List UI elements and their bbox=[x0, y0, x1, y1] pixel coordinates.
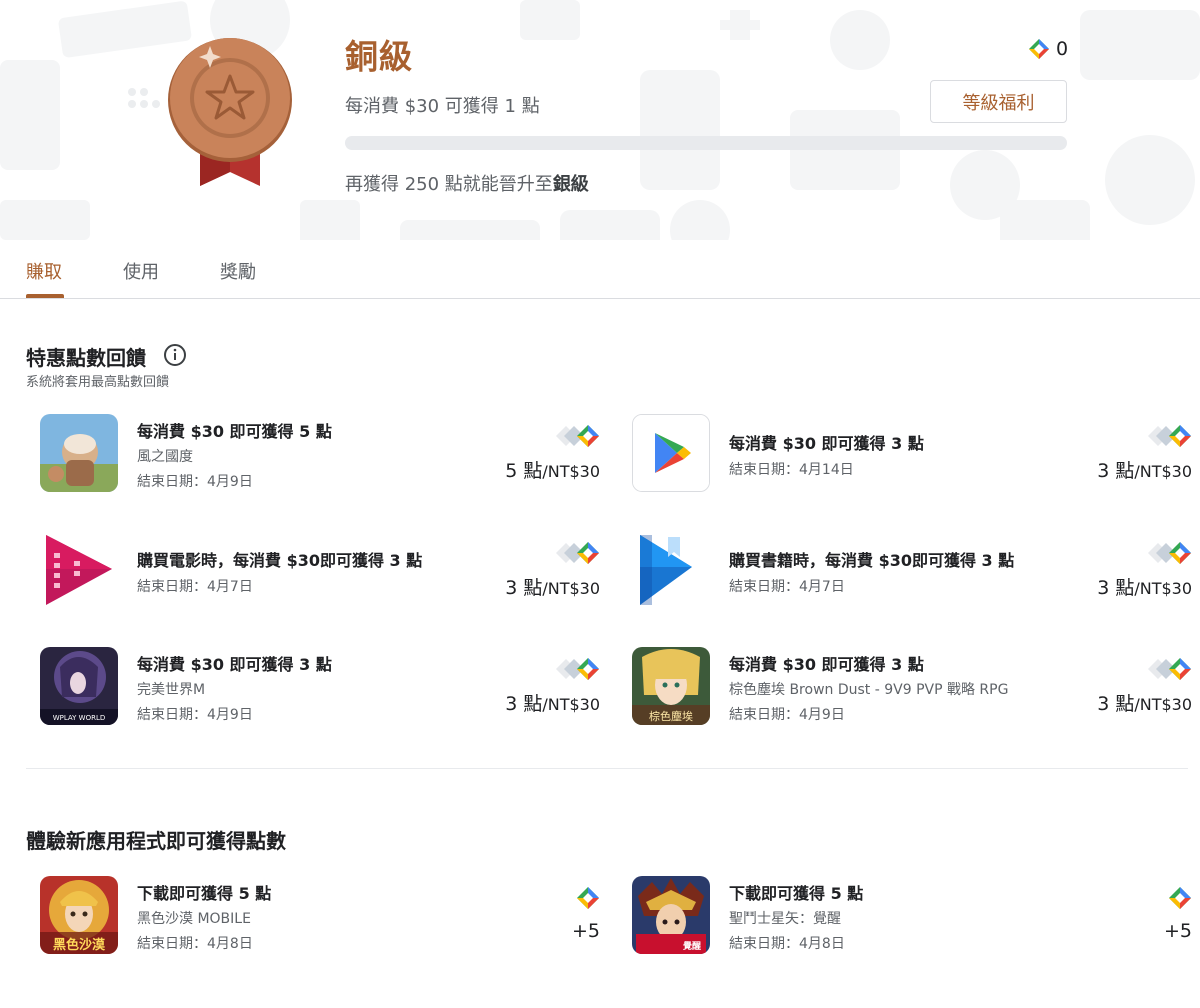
offer-card[interactable]: WPLAY WORLD 每消費 $30 即可獲得 3 點 完美世界M 結束日期：… bbox=[40, 647, 600, 727]
wind-kingdom-game-icon bbox=[40, 414, 118, 492]
points-multiplier-icon bbox=[1148, 425, 1191, 447]
perfect-world-game-icon: WPLAY WORLD bbox=[40, 647, 118, 725]
offer-end-date: 結束日期：4月9日 bbox=[137, 474, 253, 490]
tier-header: 銅級 每消費 $30 可獲得 1 點 0 等級福利 再獲得 250 點就能晉升至… bbox=[0, 0, 1200, 240]
offer-headline: 每消費 $30 即可獲得 3 點 bbox=[137, 655, 332, 674]
google-play-icon bbox=[632, 414, 710, 492]
tab-rewards[interactable]: 獎勵 bbox=[220, 258, 256, 284]
offer-end-date: 結束日期：4月9日 bbox=[137, 707, 253, 723]
offer-rate: 5 點/NT$30 bbox=[505, 456, 600, 483]
offer-end-date: 結束日期：4月7日 bbox=[137, 579, 253, 595]
offer-headline: 下載即可獲得 5 點 bbox=[137, 884, 272, 903]
offer-rate: 3 點/NT$30 bbox=[505, 689, 600, 716]
upgrade-target-tier: 銀級 bbox=[552, 174, 589, 195]
bonus-points: +5 bbox=[1163, 920, 1192, 942]
offer-rate-points: 3 點 bbox=[505, 577, 543, 599]
offer-rate-unit: /NT$30 bbox=[542, 579, 600, 598]
offer-rate: 3 點/NT$30 bbox=[1097, 456, 1192, 483]
new-app-offer-card[interactable]: 覺醒 下載即可獲得 5 點 聖鬥士星矢：覺醒 結束日期：4月8日 +5 bbox=[632, 876, 1192, 956]
section-divider bbox=[26, 768, 1188, 769]
play-points-icon bbox=[1169, 887, 1191, 909]
offer-headline: 購買書籍時，每消費 $30即可獲得 3 點 bbox=[729, 551, 1015, 570]
tab-use[interactable]: 使用 bbox=[123, 258, 159, 284]
offer-rate-unit: /NT$30 bbox=[1134, 462, 1192, 481]
new-app-offer-card[interactable]: 黑色沙漠 下載即可獲得 5 點 黑色沙漠 MOBILE 結束日期：4月8日 +5 bbox=[40, 876, 600, 956]
offer-end-date: 結束日期：4月8日 bbox=[137, 936, 253, 952]
bronze-medal-icon bbox=[168, 38, 292, 186]
offer-app-name: 完美世界M bbox=[137, 682, 206, 698]
offer-rate: 3 點/NT$30 bbox=[505, 573, 600, 600]
offer-app-name: 聖鬥士星矢：覺醒 bbox=[729, 911, 841, 927]
offer-app-name: 風之國度 bbox=[137, 449, 193, 465]
offer-rate: 3 點/NT$30 bbox=[1097, 573, 1192, 600]
offer-rate: 3 點/NT$30 bbox=[1097, 689, 1192, 716]
offer-app-name: 黑色沙漠 MOBILE bbox=[137, 911, 251, 927]
tab-active-indicator bbox=[26, 294, 64, 298]
icon-caption: 覺醒 bbox=[682, 940, 701, 952]
offer-end-date: 結束日期：4月8日 bbox=[729, 936, 845, 952]
offer-rate-unit: /NT$30 bbox=[1134, 695, 1192, 714]
points-multiplier-icon bbox=[1148, 658, 1191, 680]
offer-headline: 下載即可獲得 5 點 bbox=[729, 884, 864, 903]
offer-rate-points: 3 點 bbox=[505, 693, 543, 715]
offer-rate-points: 5 點 bbox=[505, 460, 543, 482]
brown-dust-game-icon: 棕色塵埃 bbox=[632, 647, 710, 725]
offer-end-date: 結束日期：4月9日 bbox=[729, 707, 845, 723]
offer-card[interactable]: 每消費 $30 即可獲得 3 點 結束日期：4月14日 3 點/NT$30 bbox=[632, 414, 1192, 494]
offer-end-date: 結束日期：4月14日 bbox=[729, 462, 854, 478]
play-points-icon bbox=[1029, 39, 1049, 59]
tab-bar: 賺取 使用 獎勵 bbox=[0, 240, 1200, 299]
play-books-icon bbox=[632, 531, 710, 609]
offer-headline: 購買電影時，每消費 $30即可獲得 3 點 bbox=[137, 551, 423, 570]
bonus-points: +5 bbox=[571, 920, 600, 942]
points-multiplier-icon bbox=[1148, 542, 1191, 564]
tier-earn-rate: 每消費 $30 可獲得 1 點 bbox=[345, 96, 540, 117]
points-multiplier-icon bbox=[556, 425, 599, 447]
tier-benefits-button[interactable]: 等級福利 bbox=[930, 80, 1067, 123]
offer-card[interactable]: 每消費 $30 即可獲得 5 點 風之國度 結束日期：4月9日 5 點/NT$3… bbox=[40, 414, 600, 494]
offer-end-date: 結束日期：4月7日 bbox=[729, 579, 845, 595]
play-movies-icon bbox=[40, 531, 118, 609]
special-offers-title: 特惠點數回饋 bbox=[26, 346, 146, 370]
points-multiplier-icon bbox=[556, 542, 599, 564]
offer-rate-points: 3 點 bbox=[1097, 460, 1135, 482]
icon-caption: 棕色塵埃 bbox=[649, 709, 693, 723]
offer-app-name: 棕色塵埃 Brown Dust - 9V9 PVP 戰略 RPG bbox=[729, 682, 1009, 698]
offer-rate-unit: /NT$30 bbox=[1134, 579, 1192, 598]
offer-rate-unit: /NT$30 bbox=[542, 462, 600, 481]
points-balance-value: 0 bbox=[1056, 38, 1069, 60]
icon-caption: 黑色沙漠 bbox=[53, 937, 106, 953]
black-desert-game-icon: 黑色沙漠 bbox=[40, 876, 118, 954]
offer-headline: 每消費 $30 即可獲得 3 點 bbox=[729, 655, 924, 674]
special-offers-subtitle: 系統將套用最高點數回饋 bbox=[26, 375, 170, 390]
saint-seiya-game-icon: 覺醒 bbox=[632, 876, 710, 954]
upgrade-hint: 再獲得 250 點就能晉升至銀級 bbox=[345, 170, 589, 196]
icon-caption: WPLAY WORLD bbox=[53, 714, 106, 722]
points-multiplier-icon bbox=[556, 658, 599, 680]
upgrade-hint-prefix: 再獲得 250 點就能晉升至 bbox=[345, 174, 553, 195]
points-balance: 0 bbox=[1028, 38, 1068, 60]
tier-progress-bar bbox=[345, 136, 1067, 150]
offer-card[interactable]: 棕色塵埃 每消費 $30 即可獲得 3 點 棕色塵埃 Brown Dust - … bbox=[632, 647, 1192, 727]
play-points-icon bbox=[577, 887, 599, 909]
info-icon[interactable] bbox=[163, 343, 187, 367]
offer-rate-unit: /NT$30 bbox=[542, 695, 600, 714]
new-apps-title: 體驗新應用程式即可獲得點數 bbox=[26, 829, 286, 853]
tier-name: 銅級 bbox=[345, 37, 413, 76]
offer-rate-points: 3 點 bbox=[1097, 693, 1135, 715]
offer-rate-points: 3 點 bbox=[1097, 577, 1135, 599]
offer-headline: 每消費 $30 即可獲得 5 點 bbox=[137, 422, 332, 441]
offer-card[interactable]: 購買電影時，每消費 $30即可獲得 3 點 結束日期：4月7日 3 點/NT$3… bbox=[40, 531, 600, 611]
offer-headline: 每消費 $30 即可獲得 3 點 bbox=[729, 434, 924, 453]
tab-earn[interactable]: 賺取 bbox=[26, 258, 62, 284]
offer-card[interactable]: 購買書籍時，每消費 $30即可獲得 3 點 結束日期：4月7日 3 點/NT$3… bbox=[632, 531, 1192, 611]
